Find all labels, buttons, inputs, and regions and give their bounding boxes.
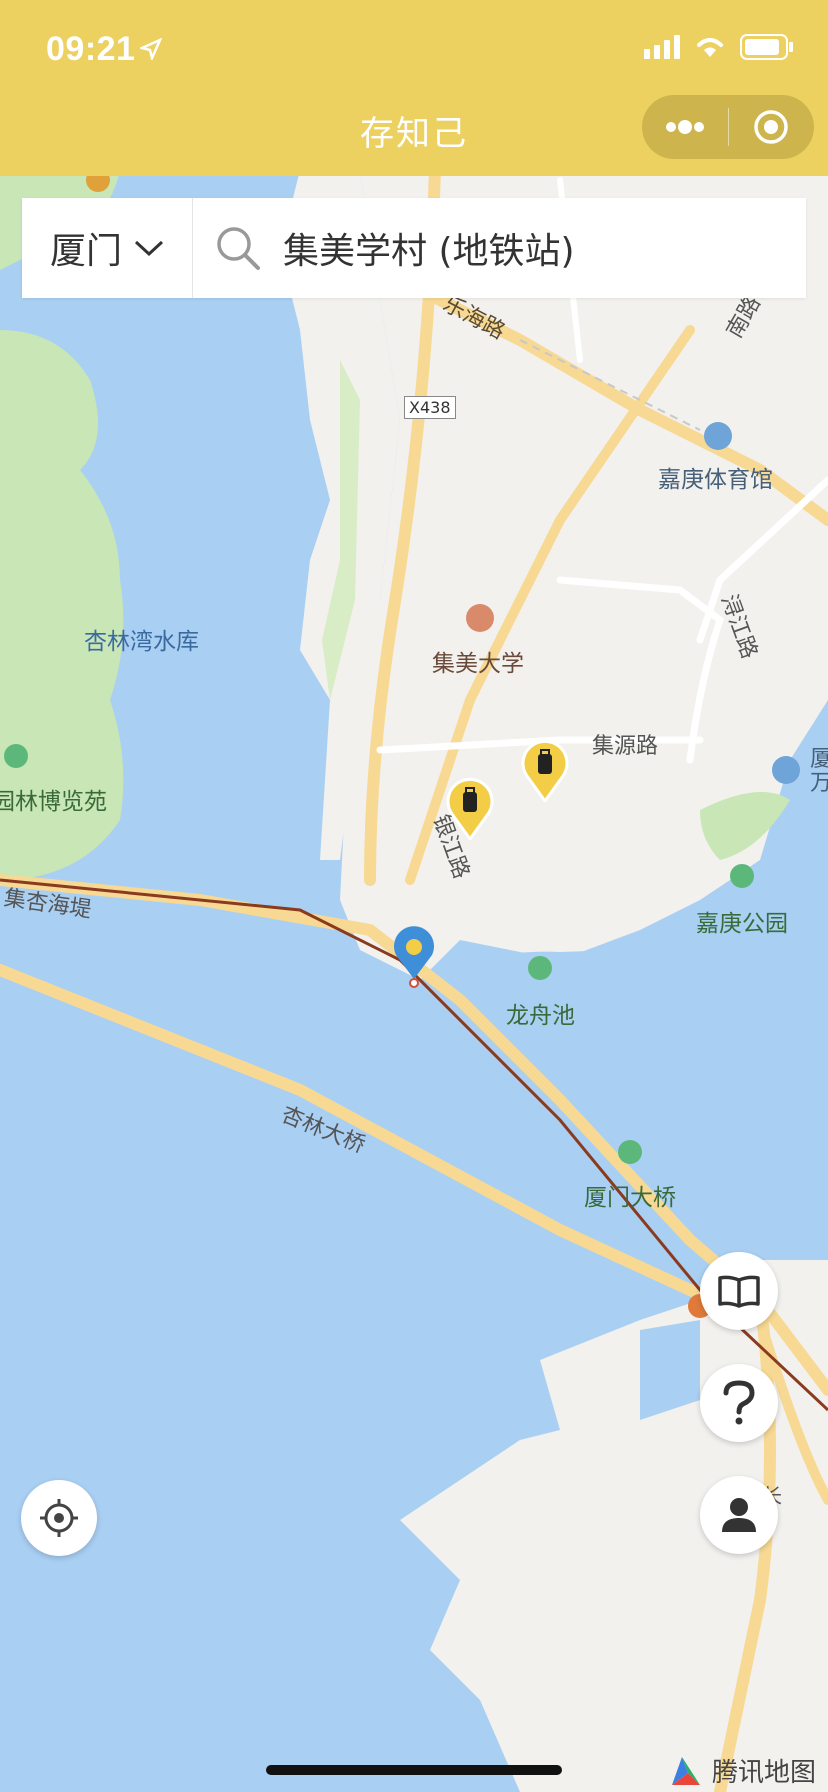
wifi-icon xyxy=(697,38,723,57)
camera-poi-icon xyxy=(618,1140,642,1164)
more-button[interactable] xyxy=(642,95,728,159)
guide-button[interactable] xyxy=(700,1252,778,1330)
stadium-poi-icon xyxy=(704,422,732,450)
university-poi-icon xyxy=(466,604,494,632)
map-provider-logo: 腾讯地图 xyxy=(668,1752,816,1789)
profile-button[interactable] xyxy=(700,1476,778,1554)
more-dots-icon xyxy=(665,120,704,134)
miniapp-capsule xyxy=(642,95,814,159)
chevron-down-icon xyxy=(134,240,164,257)
nav-bar: 存知己 xyxy=(0,88,828,176)
tencent-map-logo-icon xyxy=(671,1756,700,1785)
camera-poi-icon xyxy=(730,864,754,888)
battery-icon xyxy=(740,34,793,60)
storage-marker-1[interactable] xyxy=(446,778,494,840)
help-button[interactable] xyxy=(700,1364,778,1442)
status-bar: 09:21 xyxy=(0,0,828,100)
city-label: 厦门 xyxy=(49,231,122,272)
storage-marker-2[interactable] xyxy=(521,740,569,802)
signal-icon xyxy=(644,35,680,59)
location-arrow-icon xyxy=(140,38,162,60)
camera-poi-icon xyxy=(528,956,552,980)
search-icon xyxy=(217,227,260,270)
status-time: 09:21 xyxy=(46,30,136,68)
close-miniapp-button[interactable] xyxy=(729,95,815,159)
home-indicator xyxy=(266,1765,562,1775)
camera-poi-icon xyxy=(4,744,28,768)
question-icon xyxy=(723,1380,755,1425)
map-provider-name: 腾讯地图 xyxy=(711,1758,816,1788)
user-icon xyxy=(722,1498,756,1532)
locate-button[interactable] xyxy=(21,1480,97,1556)
book-icon xyxy=(718,1275,760,1308)
locate-icon xyxy=(40,1499,78,1537)
search-input[interactable]: 集美学村 (地铁站) xyxy=(193,198,806,298)
target-close-icon xyxy=(754,110,788,144)
current-location-pin[interactable] xyxy=(391,925,437,989)
city-selector[interactable]: 厦门 xyxy=(22,198,193,298)
search-row: 厦门 集美学村 (地铁站) xyxy=(22,198,806,298)
hotel-poi-icon xyxy=(772,756,800,784)
search-query: 集美学村 (地铁站) xyxy=(283,231,575,272)
